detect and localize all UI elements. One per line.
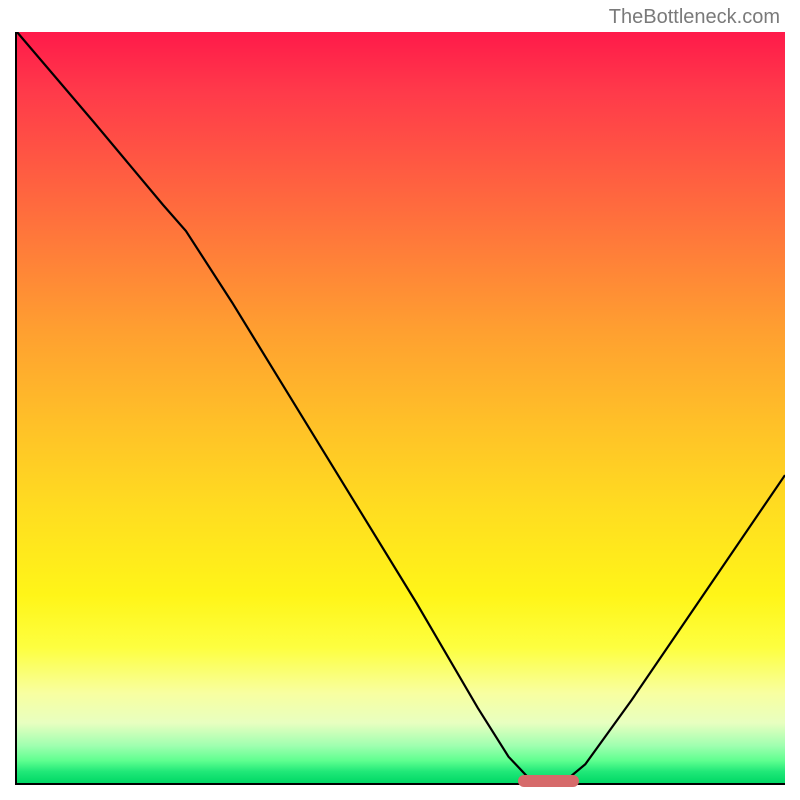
chart-plot-area xyxy=(15,32,785,785)
bottleneck-curve xyxy=(17,32,785,783)
attribution-text: TheBottleneck.com xyxy=(609,6,780,29)
optimum-range-marker xyxy=(518,775,580,787)
